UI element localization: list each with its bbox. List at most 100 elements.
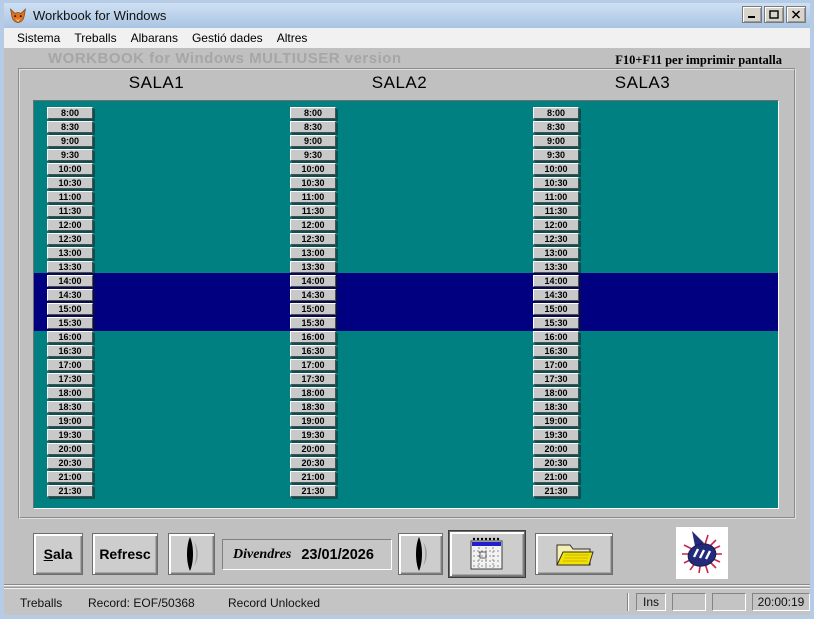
time-slot-button[interactable]: 9:00 (533, 135, 579, 147)
time-slot-button[interactable]: 17:30 (290, 373, 336, 385)
time-slot-button[interactable]: 8:00 (533, 107, 579, 119)
time-slot-button[interactable]: 15:30 (47, 317, 93, 329)
time-slot-button[interactable]: 15:00 (47, 303, 93, 315)
time-slot-button[interactable]: 10:00 (290, 163, 336, 175)
time-slot-button[interactable]: 12:00 (47, 219, 93, 231)
time-slot-button[interactable]: 14:00 (533, 275, 579, 287)
close-button[interactable] (786, 6, 806, 23)
time-slot-button[interactable]: 16:30 (290, 345, 336, 357)
time-slot-button[interactable]: 10:30 (290, 177, 336, 189)
time-slot-button[interactable]: 20:30 (290, 457, 336, 469)
time-slot-button[interactable]: 14:00 (290, 275, 336, 287)
time-slot-button[interactable]: 11:00 (290, 191, 336, 203)
time-slot-button[interactable]: 20:30 (47, 457, 93, 469)
time-slot-button[interactable]: 9:00 (47, 135, 93, 147)
time-slot-button[interactable]: 21:00 (290, 471, 336, 483)
time-slot-button[interactable]: 20:00 (533, 443, 579, 455)
time-slot-button[interactable]: 10:30 (533, 177, 579, 189)
time-slot-button[interactable]: 20:00 (47, 443, 93, 455)
time-slot-button[interactable]: 18:00 (533, 387, 579, 399)
time-slot-button[interactable]: 16:00 (290, 331, 336, 343)
menu-item-albarans[interactable]: Albarans (124, 29, 185, 47)
sala-button[interactable]: Sala (33, 533, 83, 575)
menu-item-altres[interactable]: Altres (270, 29, 315, 47)
time-slot-button[interactable]: 19:30 (47, 429, 93, 441)
menubar: SistemaTreballsAlbaransGestió dadesAltre… (4, 28, 810, 48)
time-slot-button[interactable]: 12:00 (533, 219, 579, 231)
menu-item-sistema[interactable]: Sistema (10, 29, 67, 47)
time-slot-button[interactable]: 9:30 (290, 149, 336, 161)
time-slot-button[interactable]: 8:00 (47, 107, 93, 119)
time-slot-button[interactable]: 12:30 (47, 233, 93, 245)
time-slot-button[interactable]: 11:00 (47, 191, 93, 203)
time-slot-button[interactable]: 17:30 (47, 373, 93, 385)
time-slot-button[interactable]: 8:30 (533, 121, 579, 133)
time-slot-button[interactable]: 17:00 (47, 359, 93, 371)
time-slot-button[interactable]: 15:00 (533, 303, 579, 315)
time-slot-button[interactable]: 18:00 (47, 387, 93, 399)
time-slot-button[interactable]: 18:30 (290, 401, 336, 413)
time-slot-button[interactable]: 21:30 (290, 485, 336, 497)
time-slot-button[interactable]: 10:00 (47, 163, 93, 175)
time-slot-button[interactable]: 13:00 (290, 247, 336, 259)
time-slot-button[interactable]: 11:00 (533, 191, 579, 203)
time-slot-button[interactable]: 17:00 (533, 359, 579, 371)
time-slot-button[interactable]: 10:30 (47, 177, 93, 189)
time-slot-button[interactable]: 14:30 (533, 289, 579, 301)
time-slot-button[interactable]: 18:00 (290, 387, 336, 399)
time-slot-button[interactable]: 8:30 (290, 121, 336, 133)
time-slot-button[interactable]: 20:30 (533, 457, 579, 469)
time-slot-button[interactable]: 16:00 (533, 331, 579, 343)
time-slot-button[interactable]: 13:30 (290, 261, 336, 273)
time-slot-button[interactable]: 15:00 (290, 303, 336, 315)
time-slot-button[interactable]: 19:30 (533, 429, 579, 441)
time-slot-button[interactable]: 9:30 (533, 149, 579, 161)
time-slot-button[interactable]: 9:00 (290, 135, 336, 147)
time-slot-button[interactable]: 14:30 (47, 289, 93, 301)
time-slot-button[interactable]: 16:00 (47, 331, 93, 343)
time-slot-button[interactable]: 9:30 (47, 149, 93, 161)
time-slot-button[interactable]: 20:00 (290, 443, 336, 455)
time-slot-button[interactable]: 13:30 (47, 261, 93, 273)
time-slot-button[interactable]: 8:00 (290, 107, 336, 119)
refresc-button[interactable]: Refresc (92, 533, 158, 575)
time-slot-button[interactable]: 17:00 (290, 359, 336, 371)
time-slot-button[interactable]: 16:30 (47, 345, 93, 357)
time-slot-button[interactable]: 15:30 (533, 317, 579, 329)
maximize-button[interactable] (764, 6, 784, 23)
time-slot-button[interactable]: 21:30 (533, 485, 579, 497)
minimize-button[interactable] (742, 6, 762, 23)
time-slot-button[interactable]: 18:30 (47, 401, 93, 413)
menu-item-gesti-dades[interactable]: Gestió dades (185, 29, 270, 47)
menu-item-treballs[interactable]: Treballs (67, 29, 123, 47)
time-slot-button[interactable]: 19:00 (47, 415, 93, 427)
time-slot-button[interactable]: 11:30 (47, 205, 93, 217)
time-slot-button[interactable]: 21:30 (47, 485, 93, 497)
next-day-button[interactable] (398, 533, 443, 575)
time-slot-button[interactable]: 11:30 (290, 205, 336, 217)
time-slot-button[interactable]: 8:30 (47, 121, 93, 133)
time-slot-button[interactable]: 13:00 (47, 247, 93, 259)
date-field[interactable]: Divendres 23/01/2026 (222, 539, 392, 570)
time-slot-button[interactable]: 21:00 (533, 471, 579, 483)
time-slot-button[interactable]: 13:00 (533, 247, 579, 259)
time-slot-button[interactable]: 14:30 (290, 289, 336, 301)
time-slot-button[interactable]: 19:00 (290, 415, 336, 427)
calendar-button[interactable] (449, 531, 525, 577)
time-slot-button[interactable]: 14:00 (47, 275, 93, 287)
time-slot-button[interactable]: 15:30 (290, 317, 336, 329)
time-slot-button[interactable]: 11:30 (533, 205, 579, 217)
time-slot-button[interactable]: 12:30 (533, 233, 579, 245)
time-slot-button[interactable]: 21:00 (47, 471, 93, 483)
time-slot-button[interactable]: 10:00 (533, 163, 579, 175)
previous-day-button[interactable] (168, 533, 215, 575)
time-slot-button[interactable]: 19:30 (290, 429, 336, 441)
time-slot-button[interactable]: 12:30 (290, 233, 336, 245)
time-slot-button[interactable]: 12:00 (290, 219, 336, 231)
time-slot-button[interactable]: 13:30 (533, 261, 579, 273)
folder-button[interactable] (535, 533, 613, 575)
time-slot-button[interactable]: 17:30 (533, 373, 579, 385)
time-slot-button[interactable]: 16:30 (533, 345, 579, 357)
time-slot-button[interactable]: 19:00 (533, 415, 579, 427)
time-slot-button[interactable]: 18:30 (533, 401, 579, 413)
